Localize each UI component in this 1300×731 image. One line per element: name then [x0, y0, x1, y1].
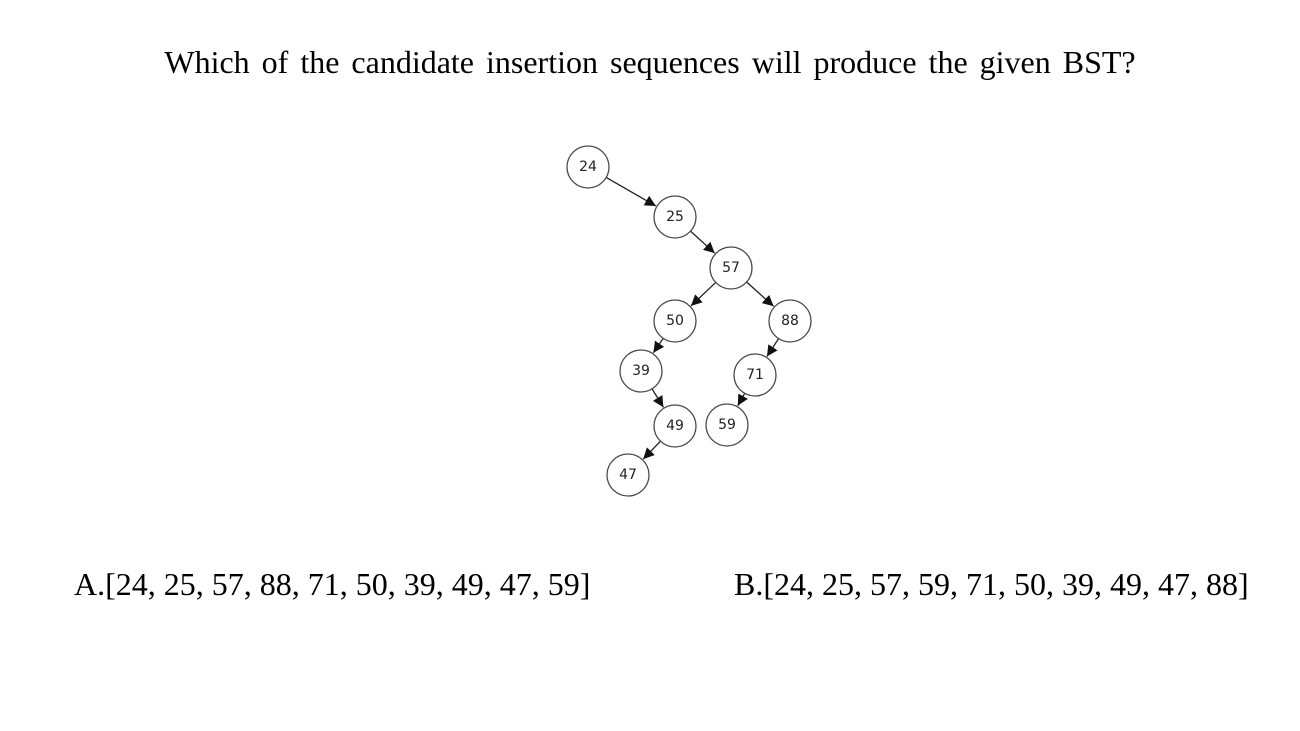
edge-57-50 [690, 281, 717, 307]
edge-25-57 [690, 230, 716, 254]
tree-node-50: 50 [653, 299, 697, 343]
edge-24-25 [605, 176, 657, 207]
edge-88-71 [766, 338, 780, 357]
node-label: 71 [746, 367, 764, 383]
edge-50-39 [652, 337, 665, 354]
node-label: 25 [666, 209, 684, 225]
tree-node-49: 49 [653, 404, 697, 448]
node-label: 47 [619, 467, 637, 483]
edge-39-49 [651, 388, 664, 408]
node-label: 24 [579, 159, 597, 175]
tree-nodes: 24 25 57 50 88 39 71 49 59 47 [566, 145, 812, 497]
node-label: 57 [722, 260, 740, 276]
tree-node-88: 88 [768, 299, 812, 343]
tree-node-39: 39 [619, 349, 663, 393]
tree-node-71: 71 [733, 353, 777, 397]
tree-node-47: 47 [606, 453, 650, 497]
tree-node-25: 25 [653, 195, 697, 239]
node-label: 39 [632, 363, 650, 379]
node-label: 59 [718, 417, 736, 433]
tree-node-57: 57 [709, 246, 753, 290]
bst-diagram: 24 25 57 50 88 39 71 49 59 47 [566, 145, 812, 497]
node-label: 50 [666, 313, 684, 329]
edge-57-88 [746, 281, 775, 307]
tree-node-59: 59 [705, 403, 749, 447]
node-label: 88 [781, 313, 799, 329]
option-a[interactable]: A.[24, 25, 57, 88, 71, 50, 39, 49, 47, 5… [74, 566, 590, 603]
option-b[interactable]: B.[24, 25, 57, 59, 71, 50, 39, 49, 47, 8… [734, 566, 1249, 603]
tree-node-24: 24 [566, 145, 610, 189]
edge-71-59 [737, 393, 748, 407]
edge-49-47 [642, 440, 661, 460]
node-label: 49 [666, 418, 684, 434]
